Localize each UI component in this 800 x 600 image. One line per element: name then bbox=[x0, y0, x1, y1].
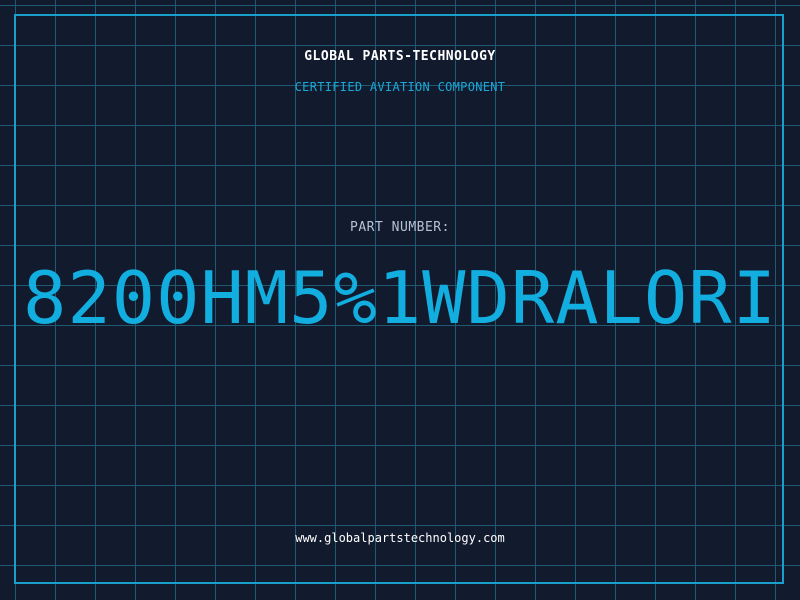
certification-subtitle: CERTIFIED AVIATION COMPONENT bbox=[294, 80, 506, 94]
company-name: GLOBAL PARTS-TECHNOLOGY bbox=[304, 49, 496, 64]
part-number-label: PART NUMBER: bbox=[350, 220, 450, 235]
part-number-value: 8200HM5%1WDRALORI bbox=[23, 256, 777, 340]
certificate-canvas: GLOBAL PARTS-TECHNOLOGY CERTIFIED AVIATI… bbox=[0, 0, 800, 600]
website-url: www.globalpartstechnology.com bbox=[295, 531, 505, 545]
